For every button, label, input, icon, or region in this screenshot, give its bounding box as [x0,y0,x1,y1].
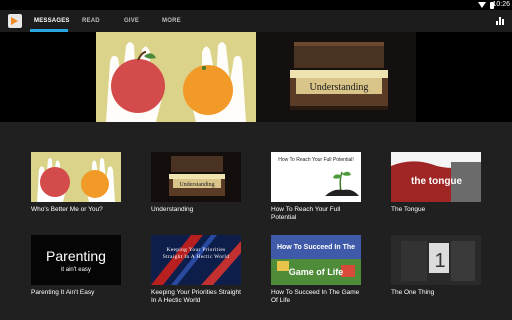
bar-chart-icon[interactable] [496,17,504,25]
tab-more[interactable]: MORE [162,10,181,32]
wifi-icon [478,2,486,8]
message-card[interactable]: How To Succeed In The Game of Life How T… [271,235,363,305]
message-title: Parenting It Ain't Easy [31,289,95,296]
hero-image-understanding: Understanding [256,32,416,122]
message-thumbnail: 1 [391,235,481,285]
status-time: 10:26 [492,1,510,8]
app-logo-icon[interactable] [8,14,22,28]
status-bar: 10:26 [0,0,512,10]
message-thumbnail: How To Succeed In The Game of Life [271,235,361,285]
messages-grid: Who's Better Me or You? Understanding Un… [0,122,512,320]
tab-give[interactable]: GIVE [124,10,139,32]
thumb-text: the tongue [411,176,463,187]
hero-image-apples [96,32,256,122]
message-title: Understanding [151,206,194,213]
thumb-subtext: Game of Life [289,267,344,277]
thumb-text: 1 [434,250,445,272]
message-title: Keeping Your Priorities Straight In A He… [151,289,241,304]
message-card[interactable]: Parenting it ain't easy Parenting It Ain… [31,235,123,297]
message-title: Who's Better Me or You? [31,206,103,213]
thumb-text: How To Reach Your Full Potential! [278,157,354,163]
message-card[interactable]: 1 The One Thing [391,235,483,297]
message-card[interactable]: Understanding Understanding [151,152,243,214]
message-card[interactable]: How To Reach Your Full Potential! How To… [271,152,363,222]
message-title: How To Reach Your Full Potential [271,206,341,221]
message-card[interactable]: Who's Better Me or You? [31,152,123,214]
message-title: How To Succeed In The Game Of Life [271,289,360,304]
message-thumbnail [31,152,121,202]
message-thumbnail: the tongue [391,152,481,202]
message-thumbnail: Keeping Your Priorities Straight In A He… [151,235,241,285]
tab-read[interactable]: READ [82,10,100,32]
hero-banner[interactable]: Understanding [0,32,512,122]
thumb-subtext: it ain't easy [61,267,91,273]
message-card[interactable]: the tongue The Tongue [391,152,483,214]
hero-right-text: Understanding [310,82,369,93]
message-card[interactable]: Keeping Your Priorities Straight In A He… [151,235,243,305]
thumb-text: Parenting [46,248,106,264]
thumb-text: Understanding [179,182,214,188]
thumb-text: How To Succeed In The [277,244,355,251]
message-title: The Tongue [391,206,426,213]
thumb-text: Keeping Your Priorities Straight In A He… [162,247,230,260]
message-title: The One Thing [391,289,435,296]
app-bar [0,10,512,32]
message-thumbnail: Understanding [151,152,241,202]
message-thumbnail: Parenting it ain't easy [31,235,121,285]
message-thumbnail: How To Reach Your Full Potential! [271,152,361,202]
